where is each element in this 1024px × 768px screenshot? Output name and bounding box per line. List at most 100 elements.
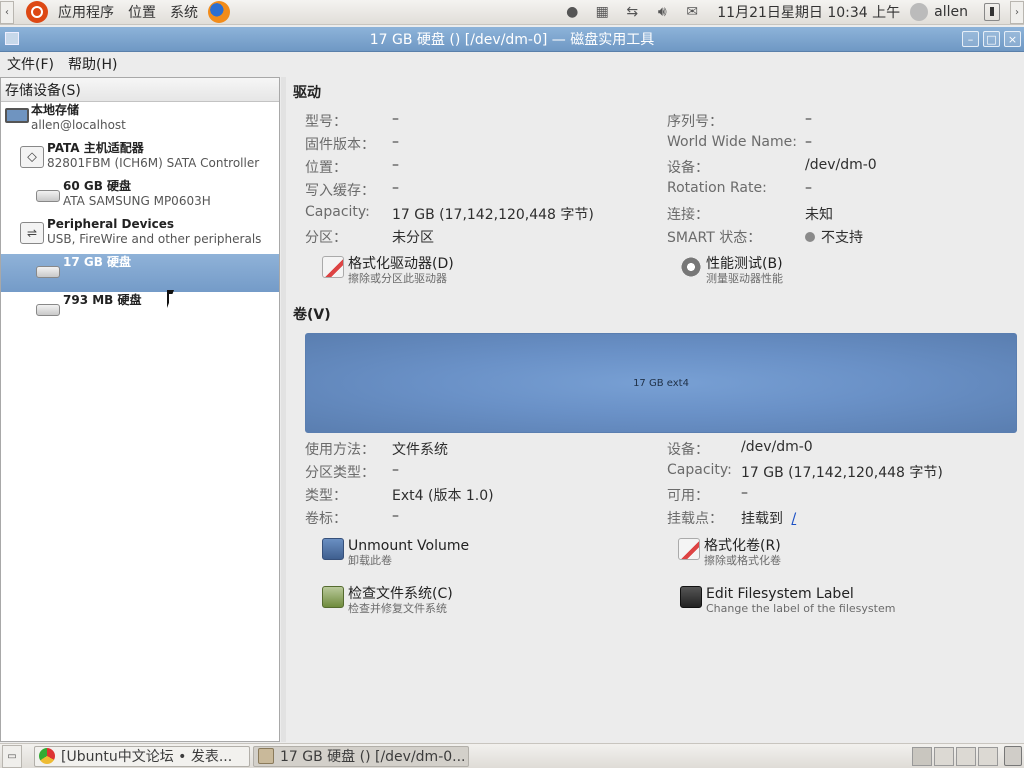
tree-item-local-storage[interactable]: 本地存储 allen@localhost <box>1 102 279 140</box>
volume-mount-point-label: 挂载点： <box>667 511 723 527</box>
workspace-3[interactable] <box>956 746 976 766</box>
window-menu-icon[interactable] <box>5 32 19 45</box>
disk-utility-icon <box>258 748 274 764</box>
drive-firmware-value: – <box>392 134 399 150</box>
menubar: 文件(F) 帮助(H) <box>0 53 1024 75</box>
user-icon <box>910 3 929 21</box>
tree-item-pata-adapter[interactable]: ⬦ PATA 主机适配器 82801FBM (ICH6M) SATA Contr… <box>1 140 279 178</box>
tree-item-60gb-disk[interactable]: 60 GB 硬盘 ATA SAMSUNG MP0603H <box>1 178 279 216</box>
tree-item-17gb-disk[interactable]: 17 GB 硬盘 <box>1 254 279 292</box>
show-desktop-button[interactable]: ▭ <box>2 744 22 768</box>
mail-icon[interactable]: ✉ <box>681 2 703 22</box>
taskbar-item-disk-utility[interactable]: 17 GB 硬盘 () [/dev/dm-0... <box>253 745 469 767</box>
drive-write-cache-label: 写入缓存： <box>305 183 375 199</box>
volume-device-value: /dev/dm-0 <box>741 439 813 455</box>
unmount-volume-button[interactable]: Unmount Volume 卸载此卷 <box>322 538 469 567</box>
menu-help[interactable]: 帮助(H) <box>61 54 124 74</box>
taskbar-item-browser[interactable]: [Ubuntu中文论坛 • 发表... <box>34 745 250 767</box>
check-filesystem-button[interactable]: 检查文件系统(C) 检查并修复文件系统 <box>322 586 453 615</box>
storage-devices-pane: 存储设备(S) 本地存储 allen@localhost ⬦ PATA 主机适配… <box>0 77 280 742</box>
menu-system[interactable]: 系统 <box>163 2 205 22</box>
taskbar-item-label: [Ubuntu中文论坛 • 发表... <box>61 749 233 765</box>
ubuntu-logo-icon <box>26 1 48 23</box>
close-button[interactable]: × <box>1004 31 1021 47</box>
system-tray: ● ▦ ⇆ 🔊︎ ✉ 11月21日星期日 10:34 上午 allen › <box>557 0 1024 25</box>
workspace-4[interactable] <box>978 746 998 766</box>
mount-point-link[interactable]: / <box>791 511 796 527</box>
drive-smart-label: SMART 状态： <box>667 230 762 246</box>
unmount-title: Unmount Volume <box>348 538 470 554</box>
volume-partition-type-value: – <box>392 462 399 478</box>
details-pane: 驱动 型号： – 固件版本： – 位置： – 写入缓存： – Capacity:… <box>287 77 1024 742</box>
volume-label-value: – <box>392 508 399 524</box>
tree-item-title: 17 GB 硬盘 <box>63 255 132 269</box>
workspace-2[interactable] <box>934 746 954 766</box>
edit-label-title: Edit Filesystem Label <box>706 586 854 602</box>
mouse-pointer-fill <box>169 294 173 305</box>
panel-scroll-right-button[interactable]: › <box>1010 0 1024 24</box>
volume-device-label: 设备： <box>667 442 709 458</box>
clock[interactable]: 11月21日星期日 10:34 上午 <box>707 2 910 22</box>
tree-item-793mb-disk[interactable]: 793 MB 硬盘 <box>1 292 279 330</box>
pane-splitter[interactable] <box>281 77 286 742</box>
benchmark-button[interactable]: 性能测试(B) 测量驱动器性能 <box>680 256 783 285</box>
format-volume-button[interactable]: 格式化卷(R) 擦除或格式化卷 <box>678 538 781 567</box>
menu-applications[interactable]: 应用程序 <box>51 2 121 22</box>
usb-icon: ⇌ <box>20 222 44 244</box>
format-drive-subtitle: 擦除或分区此驱动器 <box>348 272 447 285</box>
menu-places[interactable]: 位置 <box>121 2 163 22</box>
volumes-section-title: 卷(V) <box>293 307 331 323</box>
format-volume-subtitle: 擦除或格式化卷 <box>704 554 781 567</box>
tree-item-peripheral-devices[interactable]: ⇌ Peripheral Devices USB, FireWire and o… <box>1 216 279 254</box>
drive-connection-label: 连接： <box>667 207 709 223</box>
maximize-button[interactable]: □ <box>983 31 1000 47</box>
benchmark-title: 性能测试(B) <box>706 256 783 272</box>
window-title: 17 GB 硬盘 () [/dev/dm-0] — 磁盘实用工具 <box>369 32 655 48</box>
tree-item-subtitle: allen@localhost <box>31 118 126 132</box>
top-panel: ‹ 应用程序 位置 系统 ● ▦ ⇆ 🔊︎ ✉ 11月21日星期日 10:34 … <box>0 0 1024 25</box>
drive-model-label: 型号： <box>305 114 347 130</box>
drive-device-label: 设备： <box>667 160 709 176</box>
drive-capacity-label: Capacity: <box>305 204 370 220</box>
volume-segment[interactable]: 17 GB ext4 <box>305 333 1017 433</box>
drive-partitioning-label: 分区： <box>305 230 347 246</box>
connection-icon[interactable]: ⇆ <box>621 2 643 22</box>
drive-device-value: /dev/dm-0 <box>805 157 877 173</box>
power-icon[interactable] <box>984 3 1000 21</box>
menu-file[interactable]: 文件(F) <box>0 54 61 74</box>
edit-filesystem-label-button[interactable]: Edit Filesystem Label Change the label o… <box>680 586 895 615</box>
volume-segment-label: 17 GB ext4 <box>633 377 689 389</box>
user-menu[interactable]: allen <box>910 3 976 21</box>
storage-devices-header[interactable]: 存储设备(S) <box>1 78 279 102</box>
drive-firmware-label: 固件版本： <box>305 137 375 153</box>
volume-partition-type-label: 分区类型： <box>305 465 375 481</box>
drive-write-cache-value: – <box>392 180 399 196</box>
drive-connection-value: 未知 <box>805 207 833 223</box>
minimize-button[interactable]: – <box>962 31 979 47</box>
unmount-subtitle: 卸载此卷 <box>348 554 392 567</box>
check-filesystem-title: 检查文件系统(C) <box>348 586 453 602</box>
workspace-1[interactable] <box>912 746 932 766</box>
drive-smart-status: 不支持 <box>805 227 863 247</box>
panel-scroll-left-button[interactable]: ‹ <box>0 0 14 24</box>
chrome-icon <box>39 748 55 764</box>
format-drive-button[interactable]: 格式化驱动器(D) 擦除或分区此驱动器 <box>322 256 454 285</box>
volume-icon[interactable]: 🔊︎ <box>651 2 673 22</box>
volume-usage-label: 使用方法： <box>305 442 375 458</box>
firefox-launcher-icon[interactable] <box>208 1 230 23</box>
format-volume-icon <box>678 538 700 560</box>
trash-icon[interactable] <box>1004 746 1022 766</box>
window-titlebar[interactable]: 17 GB 硬盘 () [/dev/dm-0] — 磁盘实用工具 – □ × <box>0 27 1024 52</box>
tree-item-title: 60 GB 硬盘 <box>63 179 132 193</box>
desktop: ‹ 应用程序 位置 系统 ● ▦ ⇆ 🔊︎ ✉ 11月21日星期日 10:34 … <box>0 0 1024 768</box>
volume-type-label: 类型： <box>305 488 347 504</box>
qq-icon[interactable]: ● <box>561 2 583 22</box>
check-filesystem-icon <box>322 586 344 608</box>
drive-model-value: – <box>392 111 399 127</box>
taskbar-item-label: 17 GB 硬盘 () [/dev/dm-0... <box>280 749 466 765</box>
network-icon[interactable]: ▦ <box>591 2 613 22</box>
mount-prefix: 挂载到 <box>741 511 783 527</box>
drive-serial-value: – <box>805 111 812 127</box>
drive-wwn-label: World Wide Name: <box>667 134 797 150</box>
volume-available-label: 可用： <box>667 488 709 504</box>
